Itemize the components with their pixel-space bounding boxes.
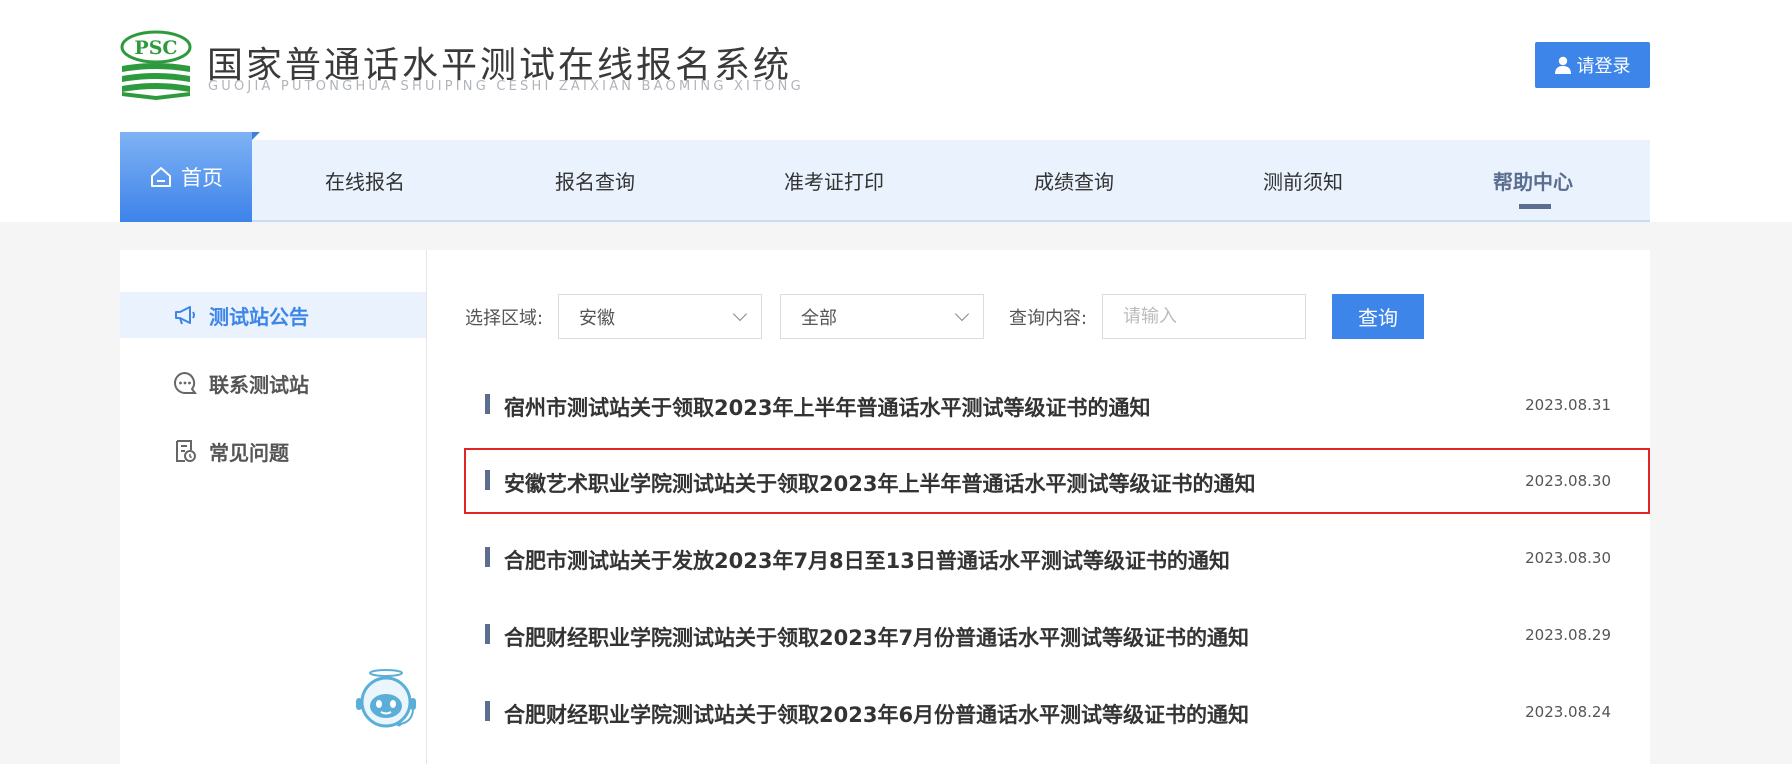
search-button[interactable]: 查询	[1332, 294, 1424, 339]
search-input[interactable]	[1102, 294, 1306, 339]
nav-home-label: 首页	[181, 166, 223, 190]
notice-date: 2023.08.24	[1525, 703, 1611, 721]
notice-title[interactable]: 合肥市测试站关于发放2023年7月8日至13日普通话水平测试等级证书的通知	[504, 545, 1230, 575]
notice-marker	[485, 624, 490, 644]
header: PSC 国家普通话水平测试在线报名系统 GUOJIA PUTONGHUA SHU…	[0, 0, 1792, 222]
region-select[interactable]: 安徽	[558, 294, 762, 339]
sidebar-item-announcements[interactable]: 测试站公告	[120, 292, 426, 338]
notice-date: 2023.08.30	[1525, 472, 1611, 490]
user-icon	[1554, 56, 1571, 74]
notice-title[interactable]: 合肥财经职业学院测试站关于领取2023年7月份普通话水平测试等级证书的通知	[504, 622, 1249, 652]
notice-marker	[485, 394, 490, 414]
notice-item[interactable]: 合肥财经职业学院测试站关于领取2023年7月份普通话水平测试等级证书的通知 20…	[464, 602, 1650, 668]
page: PSC 国家普通话水平测试在线报名系统 GUOJIA PUTONGHUA SHU…	[0, 0, 1792, 764]
notice-item[interactable]: 宿州市测试站关于领取2023年上半年普通话水平测试等级证书的通知 2023.08…	[464, 372, 1650, 438]
robot-assistant-icon[interactable]	[352, 664, 420, 730]
nav-score-query[interactable]: 成绩查询	[1034, 140, 1114, 220]
query-label: 查询内容:	[1009, 308, 1088, 329]
sidebar-item-label: 测试站公告	[209, 304, 309, 329]
notice-date: 2023.08.29	[1525, 626, 1611, 644]
sidebar-item-label: 联系测试站	[209, 372, 309, 397]
region-label: 选择区域:	[465, 308, 544, 329]
nav-home[interactable]: 首页	[120, 132, 260, 222]
notice-item[interactable]: 合肥财经职业学院测试站关于领取2023年6月份普通话水平测试等级证书的通知 20…	[464, 679, 1650, 745]
notice-marker	[485, 547, 490, 567]
notice-title[interactable]: 宿州市测试站关于领取2023年上半年普通话水平测试等级证书的通知	[504, 392, 1150, 422]
faq-document-icon	[176, 440, 196, 462]
scope-select-value: 全部	[801, 307, 837, 329]
sidebar-item-faq[interactable]: 常见问题	[120, 428, 426, 474]
logo-text: PSC	[134, 37, 177, 59]
nav-admission-ticket[interactable]: 准考证打印	[784, 140, 884, 220]
content-panel: 测试站公告 联系测试站 常见问题 选择区域: 安徽 全部 查询内容: 请输入 查…	[120, 250, 1650, 764]
home-icon	[151, 167, 171, 187]
notice-marker	[485, 701, 490, 721]
chevron-down-icon	[732, 306, 748, 322]
psc-logo: PSC	[120, 30, 192, 100]
region-select-value: 安徽	[579, 307, 615, 329]
notice-title[interactable]: 安徽艺术职业学院测试站关于领取2023年上半年普通话水平测试等级证书的通知	[504, 468, 1255, 498]
nav-pre-test-notice[interactable]: 测前须知	[1263, 140, 1343, 220]
sidebar-item-contact[interactable]: 联系测试站	[120, 360, 426, 406]
notice-title[interactable]: 合肥财经职业学院测试站关于领取2023年6月份普通话水平测试等级证书的通知	[504, 699, 1249, 729]
nav-registration-query[interactable]: 报名查询	[555, 140, 635, 220]
sidebar: 测试站公告 联系测试站 常见问题	[120, 250, 427, 764]
scope-select[interactable]: 全部	[780, 294, 984, 339]
chevron-down-icon	[954, 306, 970, 322]
notice-item[interactable]: 合肥市测试站关于发放2023年7月8日至13日普通话水平测试等级证书的通知 20…	[464, 525, 1650, 591]
notice-date: 2023.08.31	[1525, 396, 1611, 414]
megaphone-icon	[175, 306, 195, 325]
chat-bubble-icon	[174, 371, 197, 394]
nav-active-indicator	[1519, 204, 1551, 209]
login-button[interactable]: 请登录	[1535, 42, 1650, 88]
nav-online-registration[interactable]: 在线报名	[325, 140, 405, 220]
notice-item-highlighted[interactable]: 安徽艺术职业学院测试站关于领取2023年上半年普通话水平测试等级证书的通知 20…	[464, 448, 1650, 514]
main-nav: 首页 在线报名 报名查询 准考证打印 成绩查询 测前须知 帮助中心	[120, 132, 1650, 222]
sidebar-item-label: 常见问题	[209, 440, 289, 465]
notice-date: 2023.08.30	[1525, 549, 1611, 567]
site-subtitle: GUOJIA PUTONGHUA SHUIPING CESHI ZAIXIAN …	[208, 79, 804, 94]
notice-marker	[485, 470, 490, 490]
login-label: 请登录	[1576, 56, 1631, 77]
